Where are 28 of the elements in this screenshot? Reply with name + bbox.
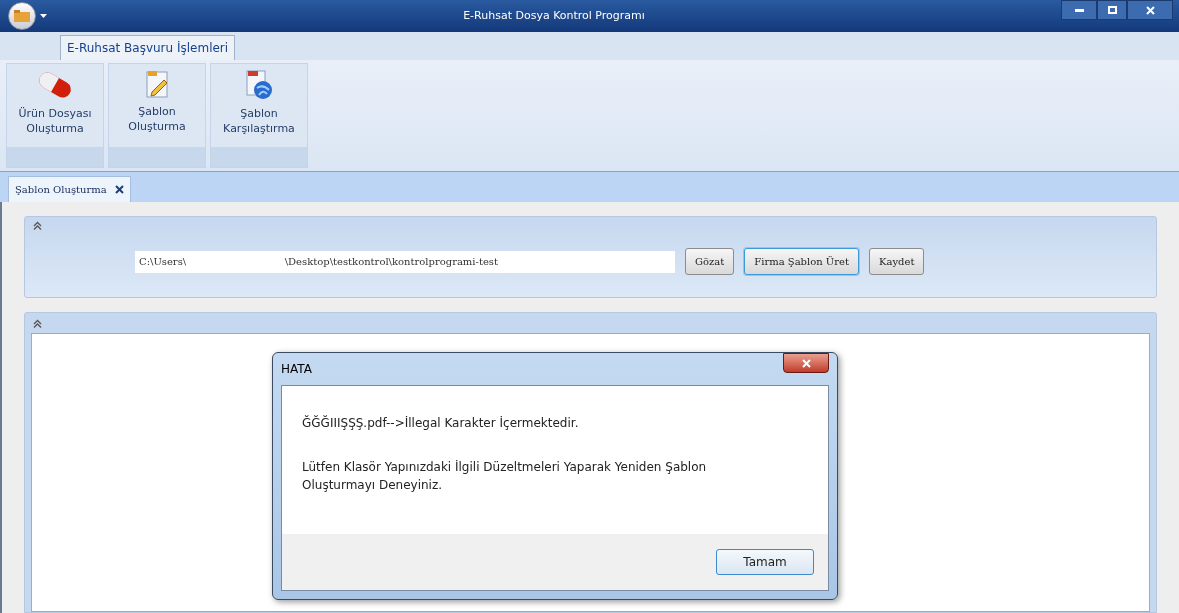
form-button[interactable]: Gözat	[685, 248, 735, 275]
error-message: Lütfen Klasör Yapınızdaki İlgili Düzeltmeleri Yaparak Yeniden Şablon Oluşturmayı Deneyiniz.	[302, 459, 708, 494]
tab-label: Şablon Oluşturma	[15, 183, 107, 197]
ribbon-tab[interactable]: E-Ruhsat Başvuru İşlemleri	[60, 35, 236, 60]
dropdown-icon[interactable]	[40, 14, 47, 18]
close-button[interactable]	[783, 353, 829, 373]
close-icon[interactable]	[114, 185, 124, 194]
ok-button[interactable]: Tamam	[716, 549, 814, 575]
close-button[interactable]	[1127, 0, 1173, 20]
close-icon	[1145, 5, 1155, 15]
ribbon-button[interactable]: Şablon Oluşturma	[109, 64, 205, 147]
close-icon	[801, 358, 811, 368]
form-button[interactable]: Firma Şablon Üret	[744, 248, 859, 275]
form-button[interactable]: Kaydet	[869, 248, 925, 275]
collapse-icon[interactable]	[33, 318, 42, 328]
restore-button[interactable]	[1097, 0, 1127, 20]
app-menu-button[interactable]	[8, 2, 36, 30]
collapse-icon[interactable]	[33, 221, 42, 230]
folder-icon	[14, 10, 30, 22]
window-title: E-Ruhsat Dosya Kontrol Programı	[462, 7, 646, 24]
minimize-button[interactable]	[1061, 0, 1097, 20]
document-tab[interactable]: Şablon Oluşturma	[8, 176, 131, 202]
document-globe-icon	[243, 68, 275, 102]
path-field[interactable]: C:\Users\ \Desktop\testkontrol\kontrolprogrami-test	[135, 250, 675, 273]
dialog-title: HATA	[281, 361, 312, 378]
ribbon-button[interactable]: Şablon Karşılaştırma	[211, 64, 307, 147]
error-message: ĞĞĞIIIŞŞŞ.pdf-->İllegal Karakter İçermektedir.	[302, 414, 580, 432]
ribbon-button[interactable]: Ürün Dosyası Oluşturma	[7, 64, 103, 147]
